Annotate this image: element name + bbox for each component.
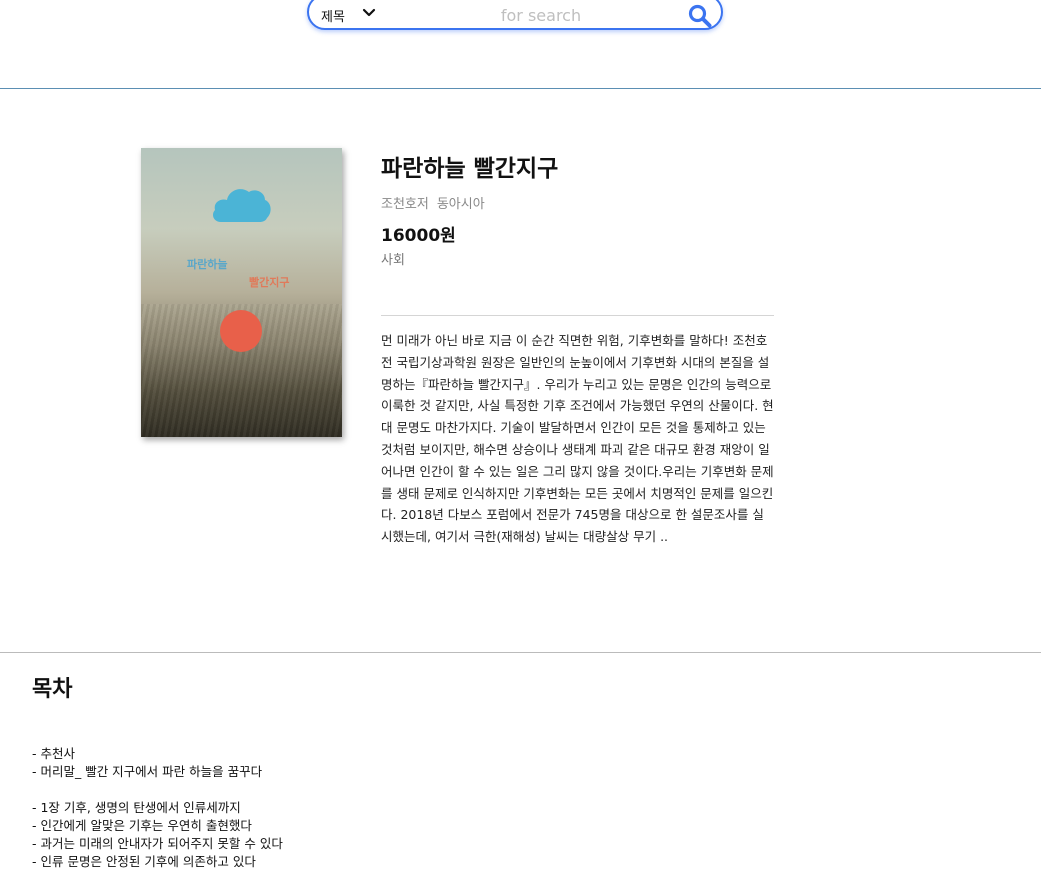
search-field-select[interactable]: 제목 bbox=[321, 6, 345, 25]
search-bar: 제목 bbox=[307, 0, 723, 30]
toc-item: - 1장 기후, 생명의 탄생에서 인류세까지 bbox=[32, 800, 241, 815]
cover-title-line1: 파란하늘 bbox=[187, 258, 228, 271]
toc-item: - 머리말_ 빨간 지구에서 파란 하늘을 꿈꾸다 bbox=[32, 764, 263, 779]
book-author: 조천호저 bbox=[381, 197, 429, 212]
chevron-down-icon[interactable] bbox=[361, 6, 377, 20]
search-icon[interactable] bbox=[687, 3, 713, 29]
book-publisher: 동아시아 bbox=[436, 197, 485, 212]
toc-item: - 인류 문명은 안정된 기후에 의존하고 있다 bbox=[32, 854, 256, 869]
toc-item: - 인간에게 알맞은 기후는 우연히 출현했다 bbox=[32, 818, 252, 833]
sun-icon bbox=[220, 310, 262, 352]
book-category: 사회 bbox=[381, 253, 405, 268]
toc-item bbox=[32, 781, 283, 799]
search-input[interactable] bbox=[389, 4, 693, 26]
book-meta: 조천호저 동아시아 bbox=[381, 193, 485, 212]
book-description: 먼 미래가 아닌 바로 지금 이 순간 직면한 위험, 기후변화를 말하다! 조… bbox=[381, 333, 774, 545]
book-title: 파란하늘 빨간지구 bbox=[381, 156, 559, 182]
toc-item: - 과거는 미래의 안내자가 되어주지 못할 수 있다 bbox=[32, 836, 283, 851]
info-divider bbox=[381, 315, 774, 316]
book-price: 16000원 bbox=[381, 226, 456, 246]
cover-title-line2: 빨간지구 bbox=[249, 276, 290, 289]
header-divider bbox=[0, 88, 1041, 89]
book-cover: 파란하늘 빨간지구 bbox=[141, 148, 342, 437]
cloud-icon bbox=[213, 189, 271, 222]
section-divider bbox=[0, 652, 1041, 653]
toc-item: - 추천사 bbox=[32, 746, 75, 761]
toc-list: - 추천사 - 머리말_ 빨간 지구에서 파란 하늘을 꿈꾸다 - 1장 기후,… bbox=[32, 745, 283, 871]
toc-heading: 목차 bbox=[32, 677, 73, 702]
